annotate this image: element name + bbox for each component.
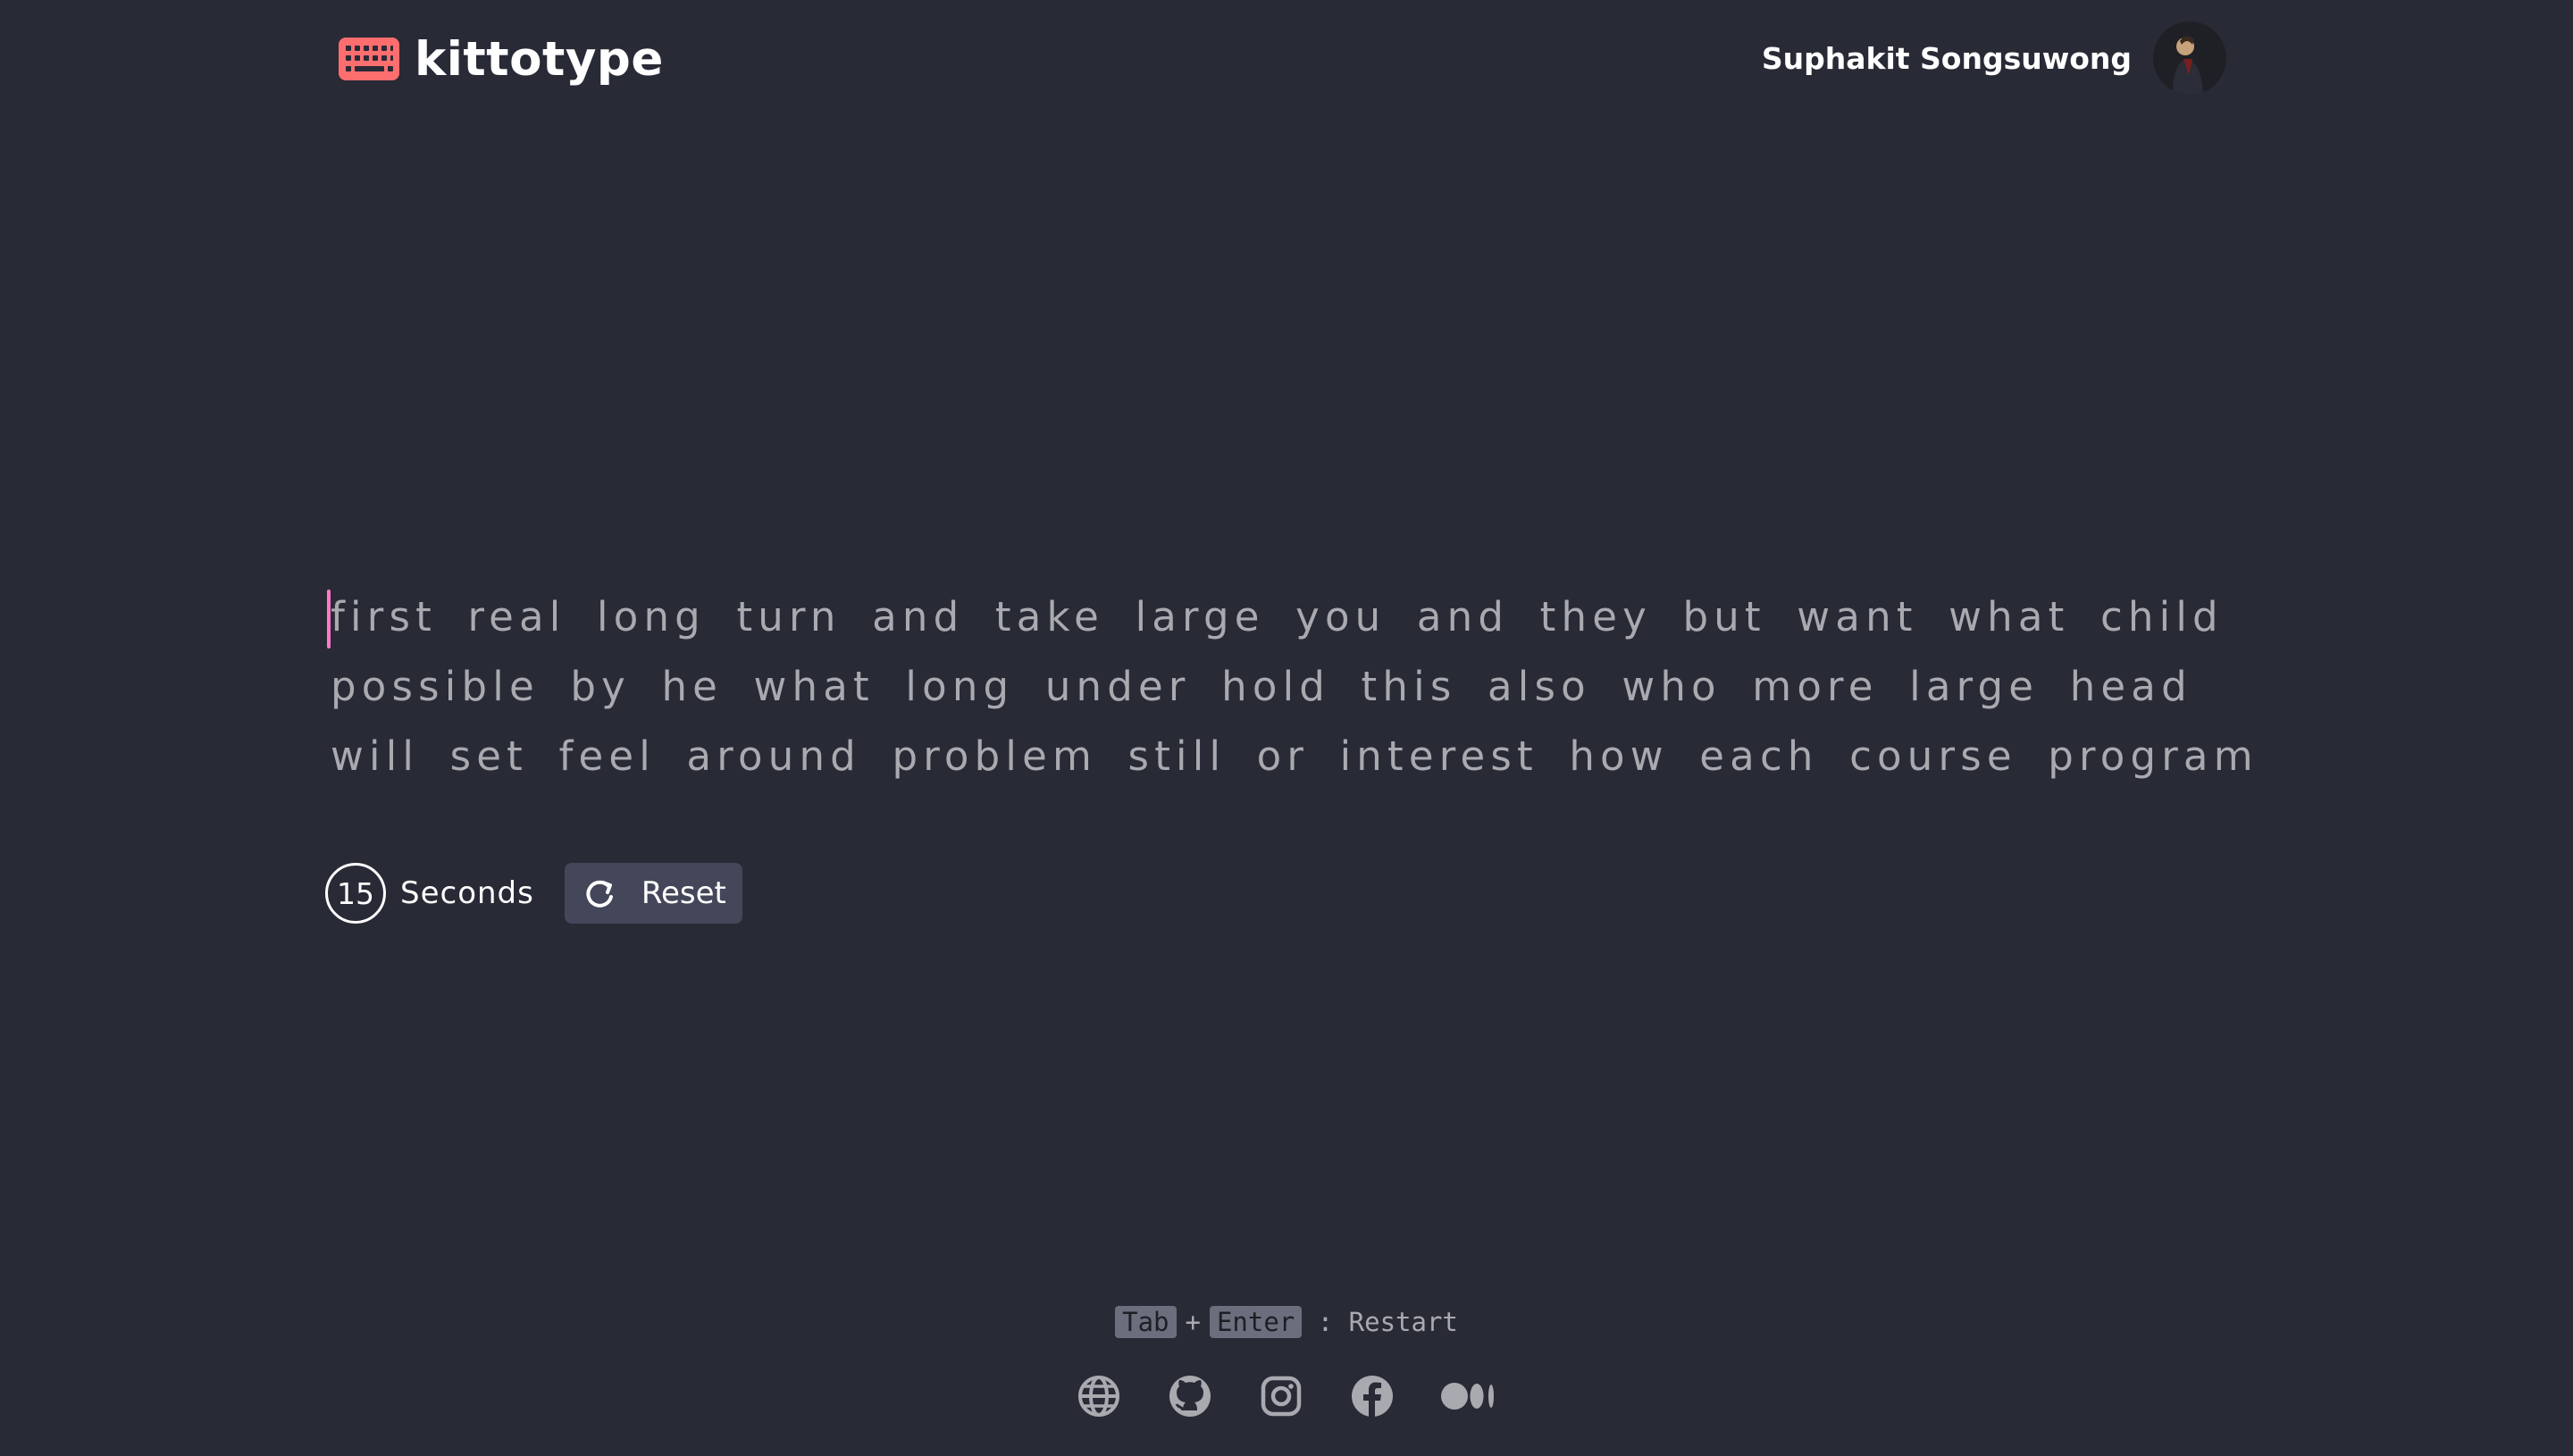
typing-text-area[interactable]: first real long turn and take large you … [331,582,2259,791]
social-links [0,1374,2573,1418]
instagram-icon [1261,1376,1302,1417]
github-icon [1169,1376,1211,1417]
tab-key: Tab [1115,1306,1177,1338]
refresh-icon [586,880,613,908]
word-line: possible by he what long under hold this… [331,663,2192,710]
logo-link[interactable]: kittotype [338,27,664,91]
github-link[interactable] [1168,1374,1212,1418]
reset-button[interactable]: Reset [564,863,742,924]
medium-link[interactable] [1441,1374,1496,1418]
instagram-link[interactable] [1259,1374,1303,1418]
enter-key: Enter [1209,1306,1303,1338]
word-line: first real long turn and take large you … [331,593,2224,640]
restart-hint-text: : Restart [1317,1307,1458,1337]
keyboard-icon [339,38,399,80]
facebook-link[interactable] [1350,1374,1395,1418]
avatar[interactable] [2153,21,2226,95]
word-line: will set feel around problem still or in… [331,732,2259,780]
user-name: Suphakit Songsuwong [1761,40,2132,76]
timer-value: 15 [325,863,386,924]
test-controls: 15 Seconds Reset [325,863,742,924]
plus-sign: + [1185,1307,1201,1337]
medium-icon [1441,1383,1494,1410]
website-link[interactable] [1077,1374,1121,1418]
timer-unit-label: Seconds [400,875,534,911]
keyboard-hint: Tab + Enter : Restart [0,1306,2573,1338]
reset-label: Reset [641,875,726,911]
facebook-icon [1352,1376,1393,1417]
user-profile[interactable]: Suphakit Songsuwong [1762,21,2226,95]
brand-name: kittotype [415,31,664,87]
globe-icon [1078,1376,1119,1417]
